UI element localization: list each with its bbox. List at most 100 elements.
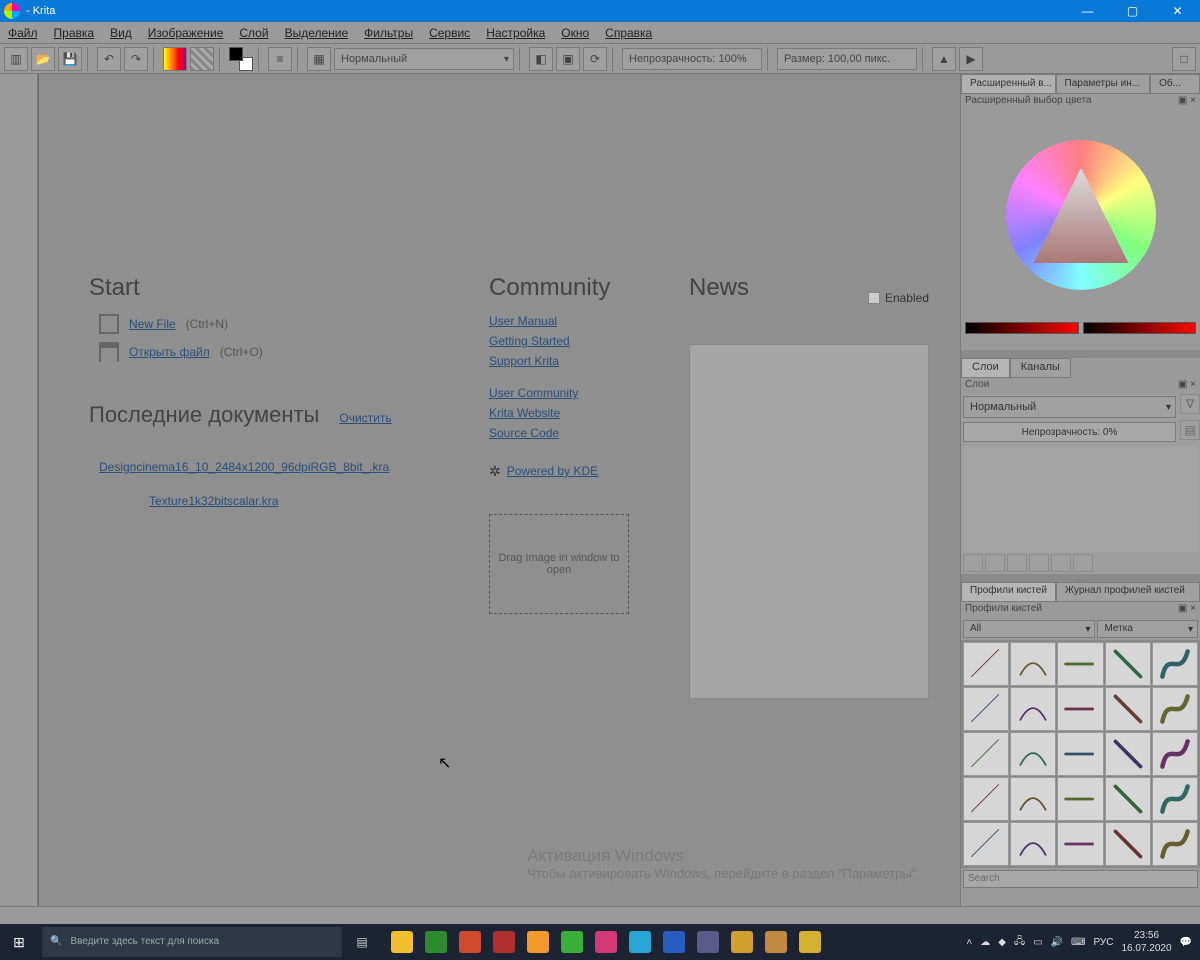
brush-preset[interactable] [1152, 822, 1198, 866]
brush-preset[interactable] [1010, 777, 1056, 821]
brush-preset[interactable] [1057, 822, 1103, 866]
tool-select-similar[interactable] [1, 582, 35, 604]
workspace-icon[interactable]: □ [1172, 47, 1196, 71]
link-source[interactable]: Source Code [489, 426, 629, 440]
alpha-lock-icon[interactable]: ▣ [556, 47, 580, 71]
mirror-h-icon[interactable]: ▲ [932, 47, 956, 71]
pattern-swatch[interactable] [190, 47, 214, 71]
layer-up-icon[interactable] [1029, 554, 1049, 572]
open-file-link[interactable]: Открыть файл [129, 345, 210, 359]
recent-file-1[interactable]: Texture1k32bitscalar.kra [149, 494, 392, 508]
tool-assistant[interactable] [1, 490, 35, 512]
taskbar-app[interactable] [624, 926, 656, 958]
taskbar-search[interactable]: 🔍 Введите здесь текст для поиска [42, 927, 342, 957]
tool-multibrush[interactable] [1, 329, 35, 351]
taskbar-app[interactable] [420, 926, 452, 958]
tool-zoom[interactable] [1, 605, 35, 627]
brush-search[interactable]: Search [963, 870, 1198, 888]
mirror-v-icon[interactable]: ▶ [959, 47, 983, 71]
brush-preset[interactable] [1105, 777, 1151, 821]
close-button[interactable]: ✕ [1155, 0, 1200, 22]
tab-brush-history[interactable]: Журнал профилей кистей [1056, 582, 1200, 602]
brush-preset[interactable] [1152, 687, 1198, 731]
menu-view[interactable]: Вид [102, 22, 140, 44]
brush-preset[interactable] [1105, 642, 1151, 686]
brush-preset[interactable] [1152, 642, 1198, 686]
tool-select-rect[interactable] [1, 536, 35, 558]
layer-delete-icon[interactable] [1073, 554, 1093, 572]
brush-preset[interactable] [963, 822, 1009, 866]
tool-brush[interactable] [1, 145, 35, 167]
tool-crop[interactable] [1, 122, 35, 144]
tray-onedrive-icon[interactable]: ☁ [980, 937, 990, 948]
task-view-icon[interactable]: ▤ [346, 926, 378, 958]
brush-preset[interactable] [1105, 687, 1151, 731]
tab-brush-presets[interactable]: Профили кистей [961, 582, 1056, 602]
link-getting-started[interactable]: Getting Started [489, 334, 629, 348]
color-wheel[interactable] [961, 110, 1200, 320]
taskbar-app[interactable] [488, 926, 520, 958]
menu-help[interactable]: Справка [597, 22, 660, 44]
clear-recent-link[interactable]: Очистить [339, 411, 391, 425]
tool-line[interactable] [1, 168, 35, 190]
taskbar-app[interactable] [386, 926, 418, 958]
taskbar-app[interactable] [726, 926, 758, 958]
menu-image[interactable]: Изображение [140, 22, 232, 44]
brush-preset[interactable] [1010, 687, 1056, 731]
tool-gradient[interactable] [1, 421, 35, 443]
tool-dynamic[interactable] [1, 306, 35, 328]
tray-clock[interactable]: 23:5616.07.2020 [1121, 929, 1171, 955]
brush-preset[interactable] [1010, 732, 1056, 776]
menu-select[interactable]: Выделение [277, 22, 357, 44]
brush-filter-tag[interactable]: Метка [1097, 620, 1198, 638]
brush-preset[interactable] [1057, 687, 1103, 731]
brush-close-icon[interactable]: ▣ × [1178, 603, 1196, 617]
taskbar-app[interactable] [556, 926, 588, 958]
tray-lang[interactable]: РУС [1093, 937, 1113, 948]
menu-settings[interactable]: Настройка [478, 22, 553, 44]
brush-preset[interactable] [1057, 642, 1103, 686]
layer-filter-icon[interactable]: ∇ [1180, 394, 1200, 414]
eraser-icon[interactable]: ◧ [529, 47, 553, 71]
taskbar-app[interactable] [692, 926, 724, 958]
brush-preset[interactable] [963, 687, 1009, 731]
tab-advanced-color[interactable]: Расширенный в... [961, 74, 1056, 94]
taskbar-app[interactable] [794, 926, 826, 958]
taskbar-app[interactable] [522, 926, 554, 958]
menu-window[interactable]: Окно [553, 22, 597, 44]
brush-settings-icon[interactable]: ≡ [268, 47, 292, 71]
tray-notifications-icon[interactable]: 💬 [1180, 937, 1192, 948]
gradient-swatch[interactable] [163, 47, 187, 71]
tool-pattern[interactable] [1, 444, 35, 466]
layer-add-icon[interactable] [963, 554, 983, 572]
start-button[interactable]: ⊞ [0, 924, 38, 960]
tool-calligraphy[interactable] [1, 375, 35, 397]
news-enabled-checkbox[interactable]: Enabled [868, 282, 929, 314]
size-slider[interactable]: Размер: 100,00 пикс. [777, 48, 917, 70]
taskbar-app[interactable] [590, 926, 622, 958]
color-sliders[interactable] [961, 320, 1200, 350]
link-kde[interactable]: Powered by KDE [507, 464, 598, 478]
layer-opacity[interactable]: Непрозрачность: 0% [963, 422, 1176, 442]
tool-text[interactable] [1, 398, 35, 420]
undo-icon[interactable]: ↶ [97, 47, 121, 71]
brush-presets-icon[interactable]: ▦ [307, 47, 331, 71]
layer-blend-combo[interactable]: Нормальный [963, 396, 1176, 418]
tool-edit-shapes[interactable] [1, 352, 35, 374]
layer-dup-icon[interactable] [985, 554, 1005, 572]
brush-preset[interactable] [1010, 822, 1056, 866]
link-support[interactable]: Support Krita [489, 354, 629, 368]
drop-zone[interactable]: Drag Image in window to open [489, 514, 629, 614]
tab-channels[interactable]: Каналы [1010, 358, 1071, 378]
menu-layer[interactable]: Слой [231, 22, 276, 44]
tool-measure[interactable] [1, 513, 35, 535]
tool-fill[interactable] [1, 467, 35, 489]
opacity-slider[interactable]: Непрозрачность: 100% [622, 48, 762, 70]
tray-up-icon[interactable]: ˄ [966, 937, 972, 948]
open-doc-icon[interactable]: 📂 [31, 47, 55, 71]
link-website[interactable]: Krita Website [489, 406, 629, 420]
brush-preset[interactable] [1010, 642, 1056, 686]
menu-edit[interactable]: Правка [46, 22, 103, 44]
color-dock-close-icon[interactable]: ▣ × [1178, 95, 1196, 109]
tool-pan[interactable] [1, 628, 35, 650]
